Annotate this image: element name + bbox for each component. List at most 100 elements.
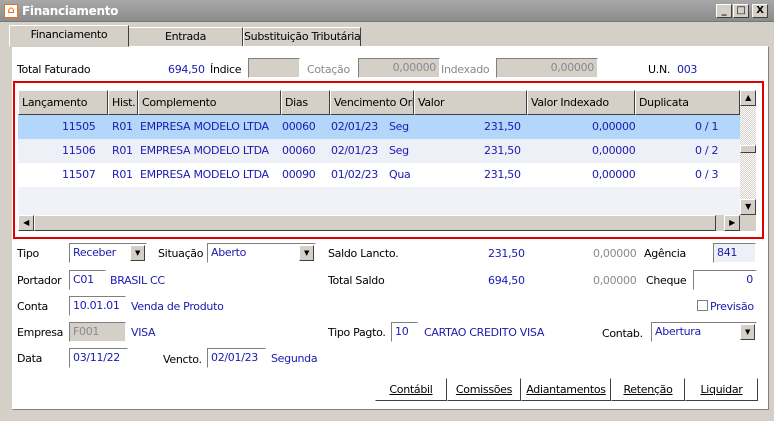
cotacao-field[interactable]: 0,00000: [358, 58, 440, 78]
tipo-pagto-label: Tipo Pagto.: [328, 326, 386, 339]
cell-dia: Seg: [389, 144, 409, 157]
cell-dia: Seg: [389, 120, 409, 133]
col-hist[interactable]: Hist.: [108, 90, 138, 115]
empresa-field[interactable]: F001: [69, 322, 126, 342]
empresa-label: Empresa: [17, 326, 64, 339]
table-row[interactable]: 11506 R01 EMPRESA MODELO LTDA 00060 02/0…: [18, 139, 740, 163]
total-faturado-label: Total Faturado: [17, 63, 91, 76]
cell-valor: 231,50: [484, 168, 521, 181]
tipo-label: Tipo: [17, 247, 39, 260]
table-row[interactable]: 11505 R01 EMPRESA MODELO LTDA 00060 02/0…: [18, 115, 740, 139]
scroll-thumb[interactable]: [740, 145, 756, 153]
conta-label: Conta: [17, 300, 48, 313]
maximize-button[interactable]: □: [733, 4, 749, 18]
cell-duplicata: 0 / 2: [695, 144, 719, 157]
window-title: Financiamento: [22, 4, 119, 18]
cell-valor: 231,50: [484, 144, 521, 157]
data-label: Data: [17, 352, 43, 365]
portador-nome: BRASIL CC: [110, 274, 165, 287]
retencao-button[interactable]: Retenção: [611, 378, 685, 401]
cell-valor-indexado: 0,00000: [592, 120, 636, 133]
conta-nome: Venda de Produto: [131, 300, 224, 313]
cell-complemento: EMPRESA MODELO LTDA: [140, 120, 269, 133]
conta-field[interactable]: 10.01.01: [69, 296, 126, 316]
tab-entrada[interactable]: Entrada: [128, 27, 243, 47]
col-valor[interactable]: Valor: [414, 90, 527, 115]
saldo-lancto-label: Saldo Lancto.: [328, 247, 399, 260]
contab-label: Contab.: [602, 327, 643, 340]
close-button[interactable]: X: [752, 4, 768, 18]
col-dias[interactable]: Dias: [281, 90, 330, 115]
col-complemento[interactable]: Complemento: [138, 90, 281, 115]
chevron-down-icon: ▼: [299, 245, 314, 261]
portador-label: Portador: [17, 274, 62, 287]
cell-complemento: EMPRESA MODELO LTDA: [140, 144, 269, 157]
liquidar-button[interactable]: Liquidar: [685, 378, 758, 401]
col-vencimento[interactable]: Vencimento Orig.: [330, 90, 414, 115]
contab-select[interactable]: Abertura ▼: [651, 322, 757, 342]
scroll-up-button[interactable]: ▲: [740, 90, 756, 106]
cheque-field[interactable]: 0: [693, 270, 757, 290]
comissoes-button[interactable]: Comissões: [447, 378, 521, 401]
col-lancamento[interactable]: Lançamento: [18, 90, 108, 115]
cheque-label: Cheque: [646, 274, 687, 287]
scroll-right-button[interactable]: ▶: [724, 215, 740, 231]
tab-financiamento[interactable]: Financiamento: [9, 25, 129, 47]
contabil-button[interactable]: Contábil: [375, 378, 447, 401]
cell-dia: Qua: [389, 168, 411, 181]
cell-dias: 00090: [282, 168, 316, 181]
indexado-label: Indexado: [441, 63, 490, 76]
tab-substituicao-tributaria[interactable]: Substituição Tributária: [243, 27, 361, 47]
saldo-lancto-indexado: 0,00000: [593, 247, 637, 260]
adiantamentos-button[interactable]: Adiantamentos: [521, 378, 611, 401]
app-icon: ⌂: [4, 4, 18, 18]
un-value: 003: [677, 63, 698, 76]
cotacao-label: Cotação: [307, 63, 350, 76]
indice-label: Índice: [210, 63, 242, 76]
indice-field[interactable]: [248, 58, 300, 78]
cell-dias: 00060: [282, 144, 316, 157]
cell-valor-indexado: 0,00000: [592, 168, 636, 181]
table-row[interactable]: 11507 R01 EMPRESA MODELO LTDA 00090 01/0…: [18, 163, 740, 187]
data-field[interactable]: 03/11/22: [69, 348, 128, 368]
total-faturado-value: 694,50: [168, 63, 205, 76]
horizontal-scroll-thumb[interactable]: [34, 215, 716, 231]
total-saldo-label: Total Saldo: [328, 274, 385, 287]
col-valor-indexado[interactable]: Valor Indexado: [527, 90, 635, 115]
cell-hist: R01: [112, 120, 133, 133]
situacao-value: Aberto: [211, 246, 247, 259]
previsao-label: Previsão: [710, 300, 754, 313]
previsao-checkbox[interactable]: [697, 300, 708, 311]
vencto-dia: Segunda: [271, 352, 318, 365]
portador-field[interactable]: C01: [69, 270, 106, 290]
indexado-field[interactable]: 0,00000: [496, 58, 598, 78]
cell-duplicata: 0 / 3: [695, 168, 719, 181]
tipo-pagto-field[interactable]: 10: [391, 322, 418, 342]
cell-vencimento: 01/02/23: [331, 168, 379, 181]
agencia-field[interactable]: 841: [713, 243, 756, 263]
cell-lancamento: 11507: [62, 168, 96, 181]
cell-lancamento: 11505: [62, 120, 96, 133]
col-duplicata[interactable]: Duplicata: [635, 90, 740, 115]
total-saldo-value: 694,50: [488, 274, 525, 287]
cell-lancamento: 11506: [62, 144, 96, 157]
total-saldo-indexado: 0,00000: [593, 274, 637, 287]
tipo-select[interactable]: Receber ▼: [69, 243, 147, 263]
empresa-nome: VISA: [131, 326, 156, 339]
un-label: U.N.: [648, 63, 671, 76]
contab-value: Abertura: [655, 325, 701, 338]
minimize-button[interactable]: _: [716, 4, 732, 18]
cell-vencimento: 02/01/23: [331, 120, 379, 133]
chevron-down-icon: ▼: [740, 324, 755, 340]
situacao-label: Situação: [158, 247, 204, 260]
scroll-left-button[interactable]: ◀: [18, 215, 34, 231]
scroll-down-button[interactable]: ▼: [740, 199, 756, 215]
situacao-select[interactable]: Aberto ▼: [207, 243, 316, 263]
vencto-field[interactable]: 02/01/23: [207, 348, 266, 368]
cell-valor-indexado: 0,00000: [592, 144, 636, 157]
cell-dias: 00060: [282, 120, 316, 133]
tipo-value: Receber: [73, 246, 116, 259]
cell-hist: R01: [112, 144, 133, 157]
agencia-label: Agência: [644, 247, 686, 260]
vencto-label: Vencto.: [163, 353, 202, 366]
